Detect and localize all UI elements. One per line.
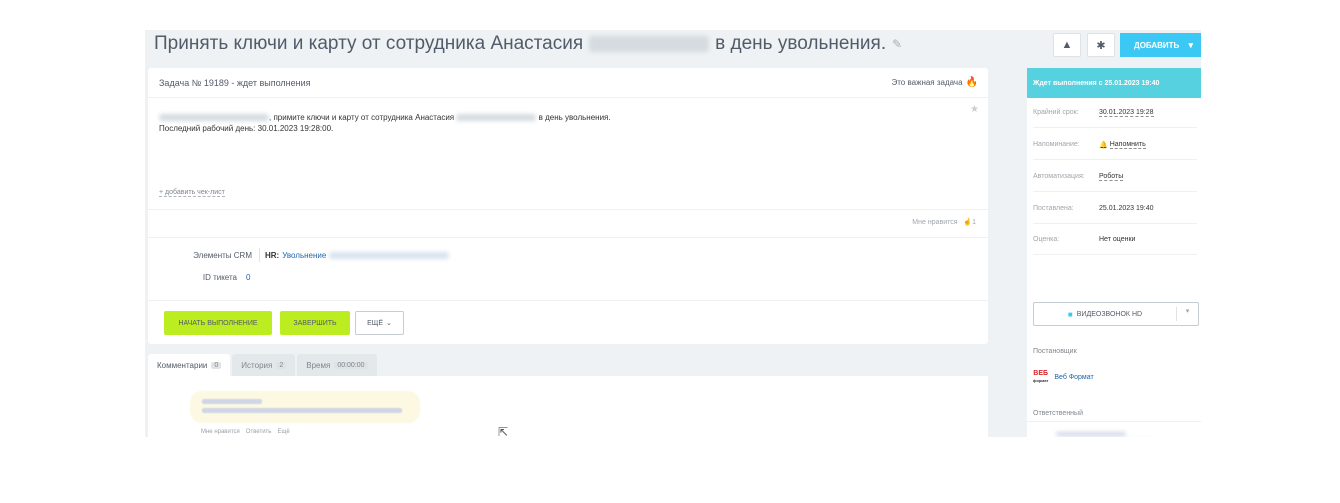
- task-card-header: Задача № 19189 - ждет выполнения Это важ…: [148, 68, 988, 98]
- likes-label: Мне нравится: [912, 219, 958, 226]
- edit-pencil-icon[interactable]: ✎: [892, 37, 902, 51]
- automation-row: Автоматизация: Роботы: [1033, 162, 1197, 192]
- chevron-down-icon: ⌄: [386, 320, 392, 327]
- ticket-value[interactable]: 0: [246, 273, 250, 282]
- likes-count: 1: [972, 219, 976, 226]
- created-label: Поставлена:: [1033, 205, 1074, 212]
- crm-prefix: HR:: [265, 251, 280, 260]
- divider: [259, 248, 260, 262]
- more-button-label: ЕЩЁ: [367, 319, 384, 327]
- automation-label: Автоматизация:: [1033, 173, 1085, 180]
- task-sidebar: Ждет выполнения с 25.01.2023 19:40 Крайн…: [1027, 68, 1201, 437]
- chevron-down-icon[interactable]: ▾: [1176, 307, 1198, 321]
- desc-line1-end: в день увольнения.: [538, 113, 611, 122]
- redacted-text: [202, 399, 262, 404]
- tabs: Комментарии 0 История 2 Время 00:00:00: [148, 354, 379, 376]
- deadline-row: Крайний срок: 30.01.2023 19:28: [1033, 98, 1197, 128]
- responsible-name: [1056, 432, 1156, 437]
- video-camera-icon: ■: [1067, 309, 1073, 319]
- thumb-icon: ☝: [963, 219, 973, 226]
- task-page: Принять ключи и карту от сотрудника Анас…: [145, 30, 1201, 437]
- title-suffix: в день увольнения.: [715, 33, 887, 54]
- video-call-label: ВИДЕОЗВОНОК HD: [1076, 310, 1143, 318]
- responsible-label: Ответственный: [1033, 410, 1083, 417]
- divider: [148, 209, 988, 210]
- video-call-button[interactable]: ■ ВИДЕОЗВОНОК HD ▾: [1033, 302, 1199, 326]
- add-button-label: ДОБАВИТЬ: [1134, 40, 1180, 50]
- reminder-label: Напоминание:: [1033, 141, 1080, 148]
- company-logo: ВЕБ формат: [1033, 370, 1049, 383]
- reminder-row: Напоминание: 🔔 Напомнить: [1033, 130, 1197, 160]
- rating-row: Оценка: Нет оценки: [1033, 225, 1197, 255]
- flame-icon: 🔥: [965, 77, 978, 88]
- comment-actions: Мне нравится Ответить Ещё: [201, 429, 290, 435]
- tab-count: 2: [276, 361, 287, 369]
- title-prefix: Принять ключи и карту от сотрудника Анас…: [154, 33, 584, 54]
- bell-icon[interactable]: ▲: [1053, 33, 1081, 57]
- responsible[interactable]: пр: [1033, 432, 1168, 437]
- comments-panel: Мне нравится Ответить Ещё: [148, 376, 988, 437]
- redacted-name: [328, 252, 449, 260]
- more-button[interactable]: ЕЩЁ ⌄: [355, 311, 404, 335]
- creator[interactable]: ВЕБ формат Веб Формат: [1033, 370, 1094, 384]
- reminder-value[interactable]: Напомнить: [1109, 141, 1146, 149]
- created-value: 25.01.2023 19:40: [1099, 205, 1154, 212]
- deadline-value[interactable]: 30.01.2023 19:28: [1099, 109, 1154, 117]
- redacted-name: [456, 114, 537, 122]
- divider: [1027, 421, 1201, 422]
- task-card: Задача № 19189 - ждет выполнения Это важ…: [148, 68, 988, 344]
- mouse-cursor-icon: ⇱: [498, 425, 509, 437]
- tab-count: 0: [211, 361, 222, 369]
- important-label: Это важная задача: [891, 78, 963, 87]
- important-toggle[interactable]: Это важная задача 🔥: [891, 77, 978, 88]
- tab-label: Комментарии: [157, 360, 208, 370]
- gear-icon[interactable]: ✱: [1087, 33, 1115, 57]
- tab-history[interactable]: История 2: [232, 354, 296, 376]
- likes[interactable]: Мне нравится ☝1: [912, 218, 976, 226]
- automation-value[interactable]: Роботы: [1099, 173, 1124, 181]
- add-button[interactable]: ДОБАВИТЬ ▾: [1120, 33, 1201, 57]
- tab-label: История: [241, 360, 273, 370]
- deadline-label: Крайний срок:: [1033, 109, 1079, 116]
- comment-like[interactable]: Мне нравится: [201, 429, 240, 435]
- redacted-name: [159, 114, 269, 122]
- ticket-label: ID тикета: [202, 273, 237, 282]
- divider: [148, 300, 988, 301]
- creator-label: Постановщик: [1033, 348, 1077, 355]
- redacted-text: [1056, 432, 1126, 436]
- comment-more[interactable]: Ещё: [277, 429, 289, 435]
- task-number-status: Задача № 19189 - ждет выполнения: [159, 78, 311, 88]
- desc-line1: , примите ключи и карту от сотрудника Ан…: [269, 113, 455, 122]
- page-title: Принять ключи и карту от сотрудника Анас…: [154, 33, 902, 55]
- comment-bubble: [190, 391, 420, 423]
- rating-label: Оценка:: [1033, 236, 1060, 243]
- desc-line2: Последний рабочий день: 30.01.2023 19:28…: [159, 124, 334, 133]
- redacted-name: [589, 36, 710, 52]
- tab-time[interactable]: Время 00:00:00: [297, 354, 377, 376]
- task-description: , примите ключи и карту от сотрудника Ан…: [159, 112, 611, 134]
- add-checklist-link[interactable]: + добавить чек-лист: [159, 189, 225, 197]
- redacted-text: [202, 408, 402, 413]
- creator-name: Веб Формат: [1054, 373, 1094, 381]
- tab-count: 00:00:00: [334, 361, 368, 369]
- crm-label: Элементы CRM: [193, 251, 252, 260]
- tab-comments[interactable]: Комментарии 0: [148, 354, 231, 376]
- crm-link[interactable]: HR: Увольнение: [265, 251, 449, 260]
- start-button[interactable]: НАЧАТЬ ВЫПОЛНЕНИЕ: [164, 311, 272, 335]
- divider: [148, 237, 988, 238]
- chevron-down-icon[interactable]: ▾: [1188, 33, 1193, 57]
- status-bar: Ждет выполнения с 25.01.2023 19:40: [1027, 68, 1201, 98]
- star-icon[interactable]: ★: [970, 104, 979, 115]
- crm-value: Увольнение: [282, 251, 327, 260]
- tab-label: Время: [306, 360, 331, 370]
- rating-value[interactable]: Нет оценки: [1099, 236, 1135, 243]
- bell-icon: 🔔: [1099, 141, 1108, 149]
- created-row: Поставлена: 25.01.2023 19:40: [1033, 194, 1197, 224]
- finish-button[interactable]: ЗАВЕРШИТЬ: [280, 311, 350, 335]
- comment-reply[interactable]: Ответить: [246, 429, 272, 435]
